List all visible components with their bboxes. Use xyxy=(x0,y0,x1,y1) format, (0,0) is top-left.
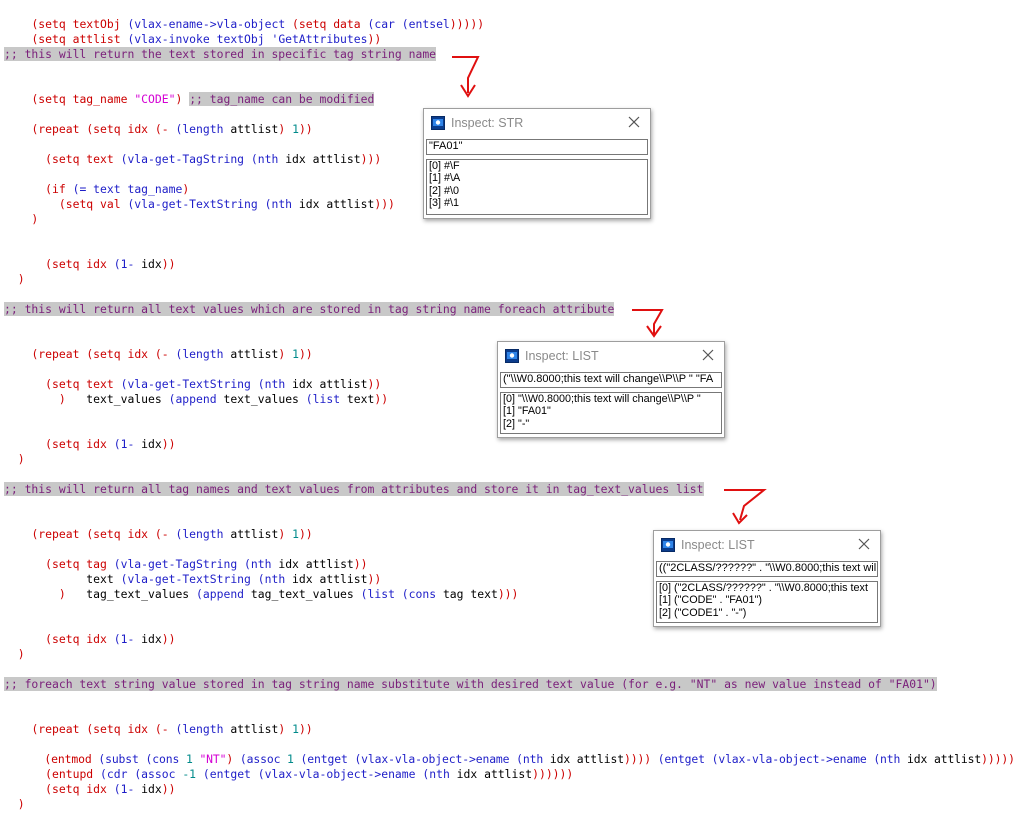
dialog-title: Inspect: LIST xyxy=(525,349,599,363)
close-icon[interactable] xyxy=(627,115,641,129)
code-comment: ;; this will return all text values whic… xyxy=(4,302,615,316)
code-line: ) xyxy=(4,272,25,286)
arrow-annotation xyxy=(632,309,664,338)
dialog-title-bar[interactable]: Inspect: LIST xyxy=(654,531,880,559)
list-item[interactable]: [0] "\\W0.8000;this text will change\\P\… xyxy=(501,393,721,405)
arrow-annotation xyxy=(452,56,480,98)
code-line: (if (= text tag_name) xyxy=(31,182,190,196)
inspect-list-dialog[interactable]: Inspect: LIST (("2CLASS/??????" . "\\W0.… xyxy=(653,530,881,627)
code-line: text_values (append text_values (list te… xyxy=(31,392,389,406)
code-line: (setq idx (1- idx)) xyxy=(31,437,176,451)
inspect-items-list[interactable]: [0] "\\W0.8000;this text will change\\P\… xyxy=(500,392,722,434)
code-line: (setq textObj (vlax-ename->vla-object (s… xyxy=(31,17,485,31)
inspect-str-dialog[interactable]: Inspect: STR "FA01" [0] #\F [1] #\A [2] … xyxy=(423,108,651,219)
list-item[interactable]: [2] "-" xyxy=(501,418,721,430)
code-comment: ;; this will return the text stored in s… xyxy=(4,47,437,61)
list-item[interactable]: [1] "FA01" xyxy=(501,405,721,417)
code-line: ) xyxy=(4,647,25,661)
code-comment: ;; foreach text string value stored in t… xyxy=(4,677,937,691)
code-line: ) xyxy=(4,212,39,226)
list-item[interactable]: [2] #\0 xyxy=(427,185,647,197)
inspect-value-field[interactable]: (("2CLASS/??????" . "\\W0.8000;this text… xyxy=(656,561,878,577)
code-line: (setq val (vla-get-TextString (nth idx a… xyxy=(31,197,395,211)
list-item[interactable]: [0] #\F xyxy=(427,160,647,172)
code-line: (repeat (setq idx (- (length attlist) 1)… xyxy=(31,122,313,136)
inspect-value-field[interactable]: "FA01" xyxy=(426,139,648,155)
code-line: ) xyxy=(4,797,25,811)
inspect-value-field[interactable]: ("\\W0.8000;this text will change\\P\\P … xyxy=(500,372,722,388)
inspect-list-dialog[interactable]: Inspect: LIST ("\\W0.8000;this text will… xyxy=(497,341,725,438)
dialog-title-bar[interactable]: Inspect: LIST xyxy=(498,342,724,370)
code-line: (setq tag_name "CODE") ;; tag_name can b… xyxy=(31,92,375,106)
code-line: (repeat (setq idx (- (length attlist) 1)… xyxy=(31,347,313,361)
code-line: (repeat (setq idx (- (length attlist) 1)… xyxy=(31,527,313,541)
list-item[interactable]: [1] #\A xyxy=(427,172,647,184)
code-line: ) xyxy=(4,452,25,466)
code-line: (setq idx (1- idx)) xyxy=(31,257,176,271)
code-line: (setq idx (1- idx)) xyxy=(31,632,176,646)
code-line: (repeat (setq idx (- (length attlist) 1)… xyxy=(31,722,313,736)
code-line: ) xyxy=(4,587,66,601)
code-line: (setq idx (1- idx)) xyxy=(31,782,176,796)
code-line: (setq tag (vla-get-TagString (nth idx at… xyxy=(31,557,368,571)
code-line: (entmod (subst (cons 1 "NT") (assoc 1 (e… xyxy=(30,752,1015,766)
list-item[interactable]: [2] ("CODE1" . "-") xyxy=(657,607,877,619)
dialog-title: Inspect: STR xyxy=(451,116,524,130)
inspect-items-list[interactable]: [0] ("2CLASS/??????" . "\\W0.8000;this t… xyxy=(656,581,878,623)
arrow-annotation xyxy=(724,489,767,525)
code-line: (setq text (vla-get-TextString (nth idx … xyxy=(31,377,382,391)
inspect-window-icon xyxy=(431,116,445,130)
code-line: (setq text (vla-get-TagString (nth idx a… xyxy=(31,152,382,166)
inspect-items-list[interactable]: [0] #\F [1] #\A [2] #\0 [3] #\1 xyxy=(426,159,648,215)
code-comment: ;; this will return all tag names and te… xyxy=(4,482,704,496)
code-line: tag_text_values (append tag_text_values … xyxy=(31,587,519,601)
list-item[interactable]: [1] ("CODE" . "FA01") xyxy=(657,594,877,606)
code-line: (setq attlist (vlax-invoke textObj 'GetA… xyxy=(31,32,382,46)
list-item[interactable]: [0] ("2CLASS/??????" . "\\W0.8000;this t… xyxy=(657,582,877,594)
code-line: text (vla-get-TextString (nth idx attlis… xyxy=(31,572,382,586)
inspect-window-icon xyxy=(661,538,675,552)
code-line: (entupd (cdr (assoc -1 (entget (vlax-vla… xyxy=(31,767,574,781)
dialog-title-bar[interactable]: Inspect: STR xyxy=(424,109,650,137)
inspect-window-icon xyxy=(505,349,519,363)
list-item[interactable]: [3] #\1 xyxy=(427,197,647,209)
dialog-title: Inspect: LIST xyxy=(681,538,755,552)
close-icon[interactable] xyxy=(857,537,871,551)
close-icon[interactable] xyxy=(701,348,715,362)
code-line: ) xyxy=(4,392,66,406)
